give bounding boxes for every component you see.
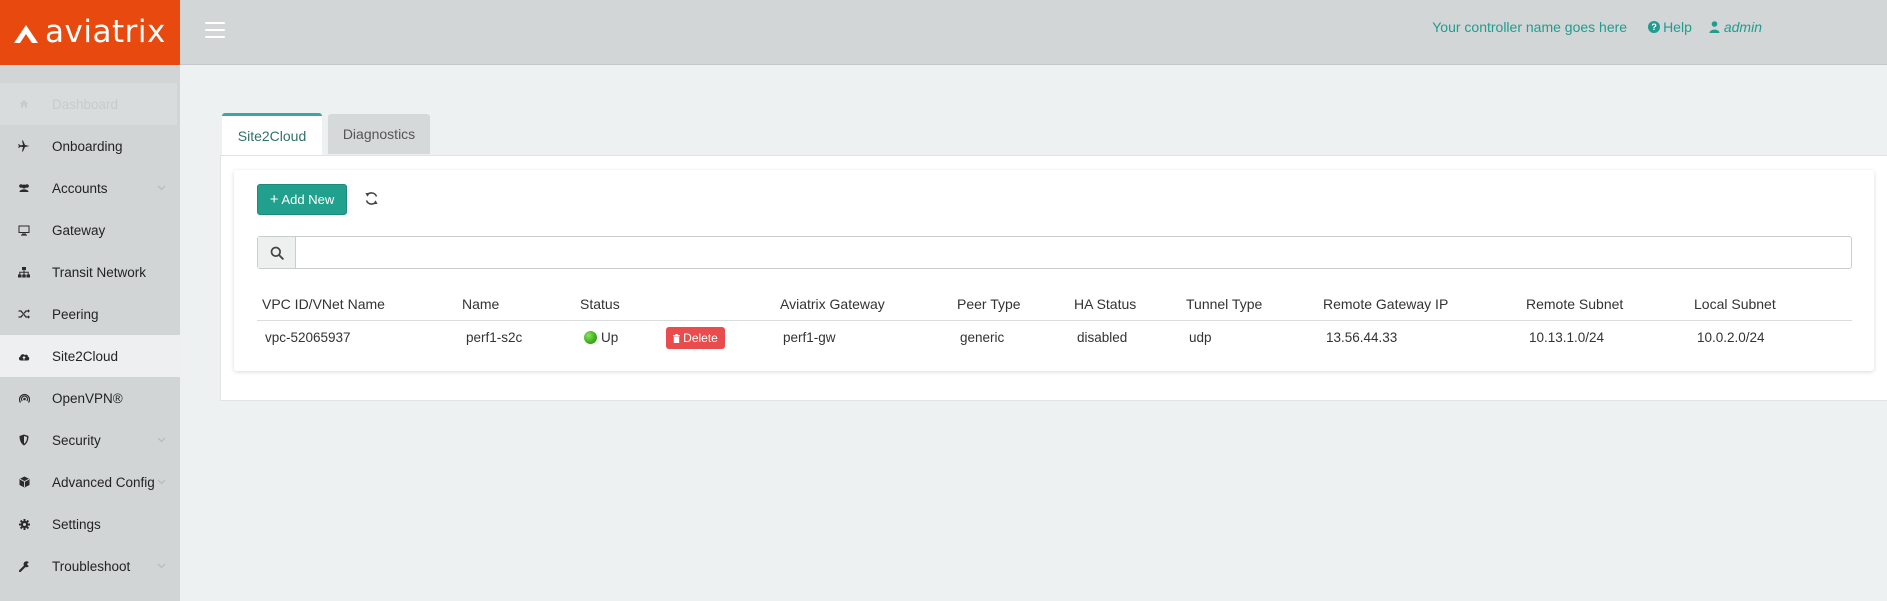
gear-icon xyxy=(18,518,30,530)
cell-local-subnet: 10.0.2.0/24 xyxy=(1697,330,1765,345)
sidebar-item-label: Onboarding xyxy=(52,138,123,154)
aviatrix-logo[interactable]: aviatrix xyxy=(0,0,180,65)
plane-icon xyxy=(18,140,30,152)
header-right: Your controller name goes here ? Help ad… xyxy=(1432,19,1762,35)
status-up-icon xyxy=(584,331,597,344)
column-header-tunnel-type: Tunnel Type xyxy=(1186,296,1263,312)
sidebar-item-onboarding[interactable]: Onboarding xyxy=(0,125,180,167)
sidebar-item-label: Settings xyxy=(52,516,101,532)
trash-icon xyxy=(673,333,681,343)
chevron-down-icon xyxy=(157,479,166,485)
brand-name: aviatrix xyxy=(45,14,166,50)
wifi-icon xyxy=(18,392,30,404)
help-label: Help xyxy=(1663,19,1692,35)
status-label: Up xyxy=(601,330,619,345)
help-link[interactable]: ? Help xyxy=(1648,19,1692,35)
refresh-icon[interactable] xyxy=(364,191,379,206)
cell-vpc: vpc-52065937 xyxy=(265,330,351,345)
sidebar-item-label: Peering xyxy=(52,306,99,322)
shuffle-icon xyxy=(18,308,30,320)
search-box xyxy=(257,236,1852,269)
delete-label: Delete xyxy=(683,331,718,345)
cell-name: perf1-s2c xyxy=(466,330,523,345)
sidebar-item-label: Advanced Config xyxy=(52,474,155,490)
sidebar-item-troubleshoot[interactable]: Troubleshoot xyxy=(0,545,180,587)
add-new-button[interactable]: + Add New xyxy=(257,184,347,215)
sidebar-item-label: Troubleshoot xyxy=(52,558,131,574)
sidebar-item-label: Transit Network xyxy=(52,264,147,280)
sidebar-item-advanced-config[interactable]: Advanced Config xyxy=(0,461,180,503)
home-icon xyxy=(18,98,30,110)
column-header-peer-type: Peer Type xyxy=(957,296,1021,312)
sidebar-item-accounts[interactable]: Accounts xyxy=(0,167,180,209)
tab-label: Diagnostics xyxy=(342,126,416,142)
cell-status: Up xyxy=(584,330,618,345)
top-bar: Your controller name goes here ? Help ad… xyxy=(180,0,1887,65)
user-menu[interactable]: admin xyxy=(1709,19,1762,35)
sidebar-item-label: Dashboard xyxy=(52,96,119,112)
column-header-remote-subnet: Remote Subnet xyxy=(1526,296,1624,312)
cell-peer-type: generic xyxy=(960,330,1005,345)
sidebar-item-transit-network[interactable]: Transit Network xyxy=(0,251,180,293)
cell-ha-status: disabled xyxy=(1077,330,1128,345)
cloud-upload-icon xyxy=(18,350,30,362)
sidebar-item-settings[interactable]: Settings xyxy=(0,503,180,545)
chevron-down-icon xyxy=(157,437,166,443)
search-addon xyxy=(258,237,296,268)
column-header-gateway: Aviatrix Gateway xyxy=(780,296,885,312)
aviatrix-logo-icon xyxy=(14,24,38,43)
sidebar-item-label: Security xyxy=(52,432,101,448)
menu-toggle-icon[interactable] xyxy=(205,22,225,38)
sitemap-icon xyxy=(18,266,30,278)
cell-gateway: perf1-gw xyxy=(783,330,836,345)
tab-site2cloud[interactable]: Site2Cloud xyxy=(222,113,322,156)
chevron-down-icon xyxy=(157,563,166,569)
cube-icon xyxy=(18,476,30,488)
sidebar-item-openvpn[interactable]: OpenVPN® xyxy=(0,377,180,419)
user-label: admin xyxy=(1723,19,1762,35)
column-header-ha-status: HA Status xyxy=(1074,296,1137,312)
sidebar-item-peering[interactable]: Peering xyxy=(0,293,180,335)
cell-tunnel-type: udp xyxy=(1189,330,1212,345)
sidebar: Dashboard Onboarding Accounts Gateway Tr… xyxy=(0,65,180,601)
user-icon xyxy=(1709,21,1720,33)
sidebar-item-gateway[interactable]: Gateway xyxy=(0,209,180,251)
monitor-icon xyxy=(18,224,30,236)
column-header-vpc: VPC ID/VNet Name xyxy=(262,296,385,312)
cell-remote-gateway-ip: 13.56.44.33 xyxy=(1326,330,1398,345)
chevron-down-icon xyxy=(157,185,166,191)
column-header-remote-gateway-ip: Remote Gateway IP xyxy=(1323,296,1449,312)
table-header-divider xyxy=(257,320,1852,321)
sidebar-item-site2cloud[interactable]: Site2Cloud xyxy=(0,335,180,377)
sidebar-item-label: Gateway xyxy=(52,222,106,238)
plus-icon: + xyxy=(269,191,279,208)
search-icon xyxy=(270,246,284,260)
column-header-name: Name xyxy=(462,296,500,312)
column-header-local-subnet: Local Subnet xyxy=(1694,296,1776,312)
question-circle-icon: ? xyxy=(1648,21,1661,33)
sidebar-item-dashboard[interactable]: Dashboard xyxy=(0,83,177,125)
shield-icon xyxy=(18,434,30,446)
controller-name: Your controller name goes here xyxy=(1432,19,1628,35)
sidebar-item-label: Site2Cloud xyxy=(52,348,119,364)
add-new-label: Add New xyxy=(281,192,335,207)
users-icon xyxy=(18,182,30,194)
tab-label: Site2Cloud xyxy=(237,128,307,144)
cell-remote-subnet: 10.13.1.0/24 xyxy=(1529,330,1605,345)
delete-button[interactable]: Delete xyxy=(666,327,725,349)
sidebar-item-label: Accounts xyxy=(52,180,108,196)
wrench-icon xyxy=(18,560,30,572)
search-input[interactable] xyxy=(296,237,1851,268)
sidebar-item-label: OpenVPN® xyxy=(52,390,123,406)
tab-diagnostics[interactable]: Diagnostics xyxy=(328,114,430,154)
sidebar-item-security[interactable]: Security xyxy=(0,419,180,461)
column-header-status: Status xyxy=(580,296,620,312)
